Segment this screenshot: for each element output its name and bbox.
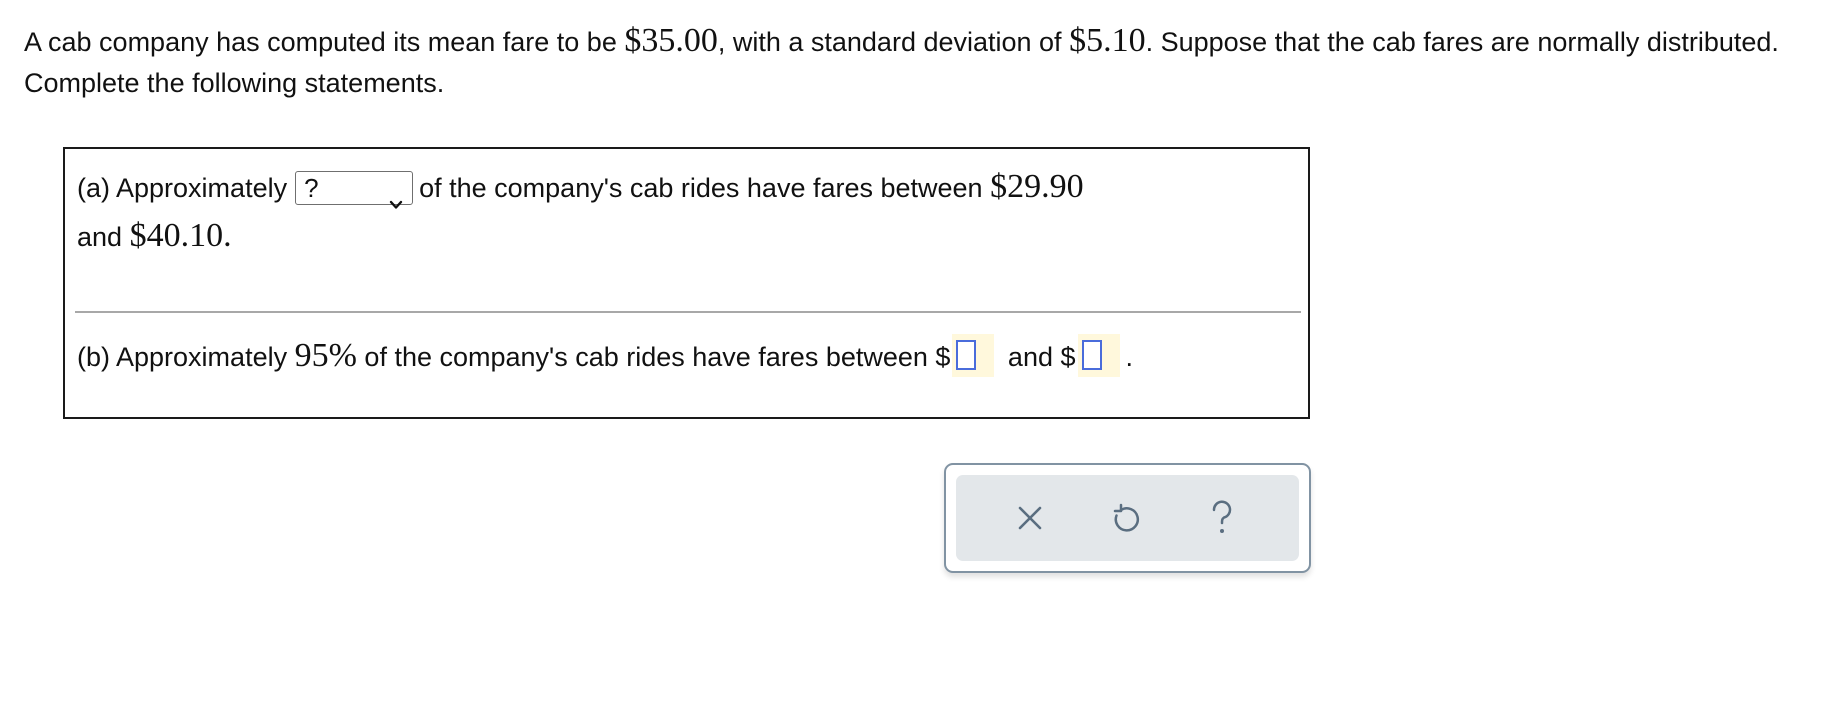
divider <box>75 311 1301 313</box>
part-b-prefix: (b) Approximately <box>77 342 295 372</box>
answer-input-high[interactable] <box>1077 334 1120 378</box>
part-a-low-value: $29.90 <box>990 168 1084 205</box>
undo-button[interactable] <box>1099 491 1153 545</box>
part-b-middle: of the company's cab rides have fares be… <box>356 342 951 372</box>
prompt-text-1: A cab company has computed its mean fare… <box>24 27 625 57</box>
undo-icon <box>1113 503 1140 532</box>
part-b-statement: (b) Approximately 95% of the company's c… <box>77 327 1302 386</box>
part-a-middle: of the company's cab rides have fares be… <box>419 173 991 203</box>
percent-select-value: ? <box>304 172 319 203</box>
chevron-down-icon <box>389 180 403 209</box>
close-icon <box>1018 506 1042 530</box>
part-b-end: . <box>1125 342 1134 372</box>
help-button[interactable] <box>1195 491 1249 545</box>
answer-box-high[interactable] <box>1081 340 1102 371</box>
sd-value: $5.10 <box>1069 22 1146 59</box>
toolbar-panel <box>956 475 1299 561</box>
mean-value: $35.00 <box>624 22 718 59</box>
prompt-text-2: , with a standard deviation of <box>717 27 1070 57</box>
percent-select[interactable]: ? <box>295 170 414 209</box>
help-icon <box>1212 500 1232 533</box>
part-a-prefix: (a) Approximately <box>77 173 288 203</box>
part-a-end: . <box>223 217 232 254</box>
answer-toolbar <box>944 463 1311 573</box>
part-a-high-value: $40.10 <box>129 217 224 254</box>
question-box: (a) Approximately? of the company's cab r… <box>63 147 1310 419</box>
part-a-and: and <box>77 222 130 252</box>
part-b-and: and $ <box>1000 342 1076 372</box>
problem-statement: A cab company has computed its mean fare… <box>24 20 1814 104</box>
answer-box-low[interactable] <box>956 340 977 371</box>
answer-input-low[interactable] <box>952 334 995 378</box>
clear-button[interactable] <box>1003 491 1057 545</box>
part-a-statement: (a) Approximately? of the company's cab r… <box>77 163 1297 261</box>
part-b-percent: 95% <box>294 337 357 374</box>
